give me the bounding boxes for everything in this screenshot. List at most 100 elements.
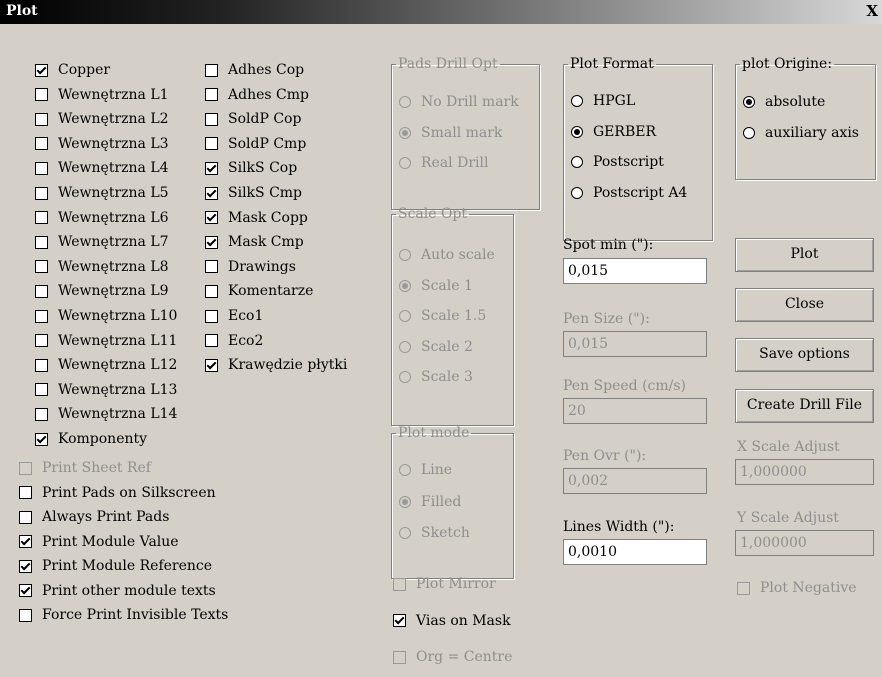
radio-dot: [399, 527, 411, 539]
radio-label: HPGL: [593, 93, 636, 109]
checkbox-komentarze[interactable]: Komentarze: [205, 280, 313, 302]
checkbox-kraw-dzie-p-ytki[interactable]: Krawędzie płytki: [205, 354, 347, 376]
radio-dot: [399, 340, 411, 353]
radio-hpgl[interactable]: HPGL: [571, 89, 635, 113]
checkbox-box: [205, 211, 218, 225]
plot-mode-title: Plot mode: [398, 425, 470, 441]
y-scale-field[interactable]: [735, 530, 874, 556]
radio-small-mark[interactable]: Small mark: [399, 121, 502, 145]
checkbox-soldp-cmp[interactable]: SoldP Cmp: [205, 133, 306, 155]
checkbox-box: [19, 584, 32, 597]
radio-scale-3[interactable]: Scale 3: [399, 365, 473, 389]
checkbox-wewn-trzna-l13[interactable]: Wewnętrzna L13: [35, 379, 177, 401]
checkbox-force-print-invisible-texts[interactable]: Force Print Invisible Texts: [19, 604, 228, 626]
spot-min-field[interactable]: [563, 258, 707, 284]
radio-gerber[interactable]: GERBER: [571, 120, 656, 144]
checkbox-label: Vias on Mask: [416, 612, 511, 629]
checkbox-box: [205, 88, 218, 102]
checkbox-eco2[interactable]: Eco2: [205, 330, 263, 352]
checkbox-wewn-trzna-l14[interactable]: Wewnętrzna L14: [35, 403, 177, 425]
checkbox-box: [35, 432, 48, 446]
checkbox-mask-copp[interactable]: Mask Copp: [205, 207, 308, 229]
checkbox-soldp-cop[interactable]: SoldP Cop: [205, 108, 301, 130]
radio-label: Scale 3: [421, 369, 473, 385]
lines-width-field[interactable]: [563, 539, 707, 565]
checkbox-komponenty[interactable]: Komponenty: [35, 428, 147, 450]
x-scale-field[interactable]: [735, 459, 874, 485]
checkbox-wewn-trzna-l5[interactable]: Wewnętrzna L5: [35, 182, 169, 204]
checkbox-always-print-pads[interactable]: Always Print Pads: [19, 506, 169, 528]
radio-sketch[interactable]: Sketch: [399, 521, 470, 545]
checkbox-label: Wewnętrzna L14: [58, 406, 178, 423]
checkbox-silks-cmp[interactable]: SilkS Cmp: [205, 182, 302, 204]
checkbox-copper[interactable]: Copper: [35, 59, 110, 81]
create-drill-file-button[interactable]: Create Drill File: [735, 389, 874, 423]
checkbox-box: [393, 650, 406, 664]
checkbox-box: [35, 186, 48, 200]
checkbox-wewn-trzna-l2[interactable]: Wewnętrzna L2: [35, 108, 169, 130]
checkbox-box: [393, 614, 406, 627]
radio-dot: [399, 157, 411, 169]
checkbox-box: [205, 186, 218, 200]
checkbox-print-sheet-ref[interactable]: Print Sheet Ref: [19, 457, 151, 479]
checkbox-print-pads-on-silkscreen[interactable]: Print Pads on Silkscreen: [19, 482, 216, 504]
radio-postscript[interactable]: Postscript: [571, 150, 664, 174]
radio-scale-1-5[interactable]: Scale 1.5: [399, 304, 486, 328]
checkbox-label: Wewnętrzna L1: [58, 86, 169, 103]
close-button[interactable]: Close: [735, 288, 874, 322]
checkbox-print-module-value[interactable]: Print Module Value: [19, 531, 179, 553]
radio-label: Real Drill: [421, 155, 489, 171]
checkbox-wewn-trzna-l1[interactable]: Wewnętrzna L1: [35, 84, 169, 106]
radio-label: Sketch: [421, 525, 470, 541]
checkbox-mask-cmp[interactable]: Mask Cmp: [205, 231, 304, 253]
radio-filled[interactable]: Filled: [399, 490, 461, 514]
checkbox-adhes-cop[interactable]: Adhes Cop: [205, 59, 304, 81]
checkbox-box: [35, 161, 48, 175]
checkbox-wewn-trzna-l6[interactable]: Wewnętrzna L6: [35, 207, 169, 229]
checkbox-wewn-trzna-l7[interactable]: Wewnętrzna L7: [35, 231, 169, 253]
checkbox-box: [35, 334, 48, 348]
radio-scale-2[interactable]: Scale 2: [399, 335, 473, 359]
radio-auto-scale[interactable]: Auto scale: [399, 243, 495, 267]
checkbox-box: [19, 461, 32, 475]
checkbox-eco1[interactable]: Eco1: [205, 305, 263, 327]
checkbox-wewn-trzna-l9[interactable]: Wewnętrzna L9: [35, 280, 169, 302]
radio-real-drill[interactable]: Real Drill: [399, 151, 488, 175]
checkbox-drawings[interactable]: Drawings: [205, 256, 296, 278]
checkbox-label: Eco2: [228, 332, 264, 349]
checkbox-wewn-trzna-l11[interactable]: Wewnętrzna L11: [35, 330, 177, 352]
plot-negative-checkbox[interactable]: Plot Negative: [737, 577, 857, 599]
pen-size-field[interactable]: [563, 331, 707, 357]
checkbox-wewn-trzna-l3[interactable]: Wewnętrzna L3: [35, 133, 169, 155]
checkbox-label: Eco1: [228, 308, 264, 324]
close-icon[interactable]: X: [866, 2, 878, 20]
checkbox-wewn-trzna-l12[interactable]: Wewnętrzna L12: [35, 354, 177, 376]
plot-button[interactable]: Plot: [735, 238, 874, 272]
checkbox-box: [19, 535, 32, 548]
scale-opt-title: Scale Opt: [398, 206, 468, 222]
plot-origin-title: plot Origine:: [742, 56, 833, 72]
checkbox-org-centre[interactable]: Org = Centre: [393, 646, 512, 668]
checkbox-adhes-cmp[interactable]: Adhes Cmp: [205, 84, 309, 106]
radio-line[interactable]: Line: [399, 458, 452, 482]
pen-speed-field[interactable]: [563, 398, 707, 424]
checkbox-silks-cop[interactable]: SilkS Cop: [205, 157, 297, 179]
checkbox-vias-on-mask[interactable]: Vias on Mask: [393, 610, 511, 632]
pen-ovr-field[interactable]: [563, 468, 707, 494]
checkbox-plot-mirror[interactable]: Plot Mirror: [393, 573, 496, 595]
checkbox-box: [35, 260, 48, 274]
radio-dot: [399, 464, 411, 476]
radio-no-drill-mark[interactable]: No Drill mark: [399, 90, 519, 114]
radio-absolute[interactable]: absolute: [743, 90, 825, 114]
checkbox-print-other-module-texts[interactable]: Print other module texts: [19, 580, 216, 602]
checkbox-wewn-trzna-l10[interactable]: Wewnętrzna L10: [35, 305, 177, 327]
checkbox-label: Print Pads on Silkscreen: [42, 484, 216, 501]
checkbox-print-module-reference[interactable]: Print Module Reference: [19, 555, 212, 577]
save-options-button[interactable]: Save options: [735, 338, 874, 372]
radio-scale-1[interactable]: Scale 1: [399, 274, 473, 298]
radio-postscript-a4[interactable]: Postscript A4: [571, 181, 687, 205]
checkbox-wewn-trzna-l4[interactable]: Wewnętrzna L4: [35, 157, 169, 179]
radio-label: Scale 1.5: [421, 308, 487, 324]
checkbox-wewn-trzna-l8[interactable]: Wewnętrzna L8: [35, 256, 169, 278]
radio-auxiliary-axis[interactable]: auxiliary axis: [743, 121, 859, 145]
